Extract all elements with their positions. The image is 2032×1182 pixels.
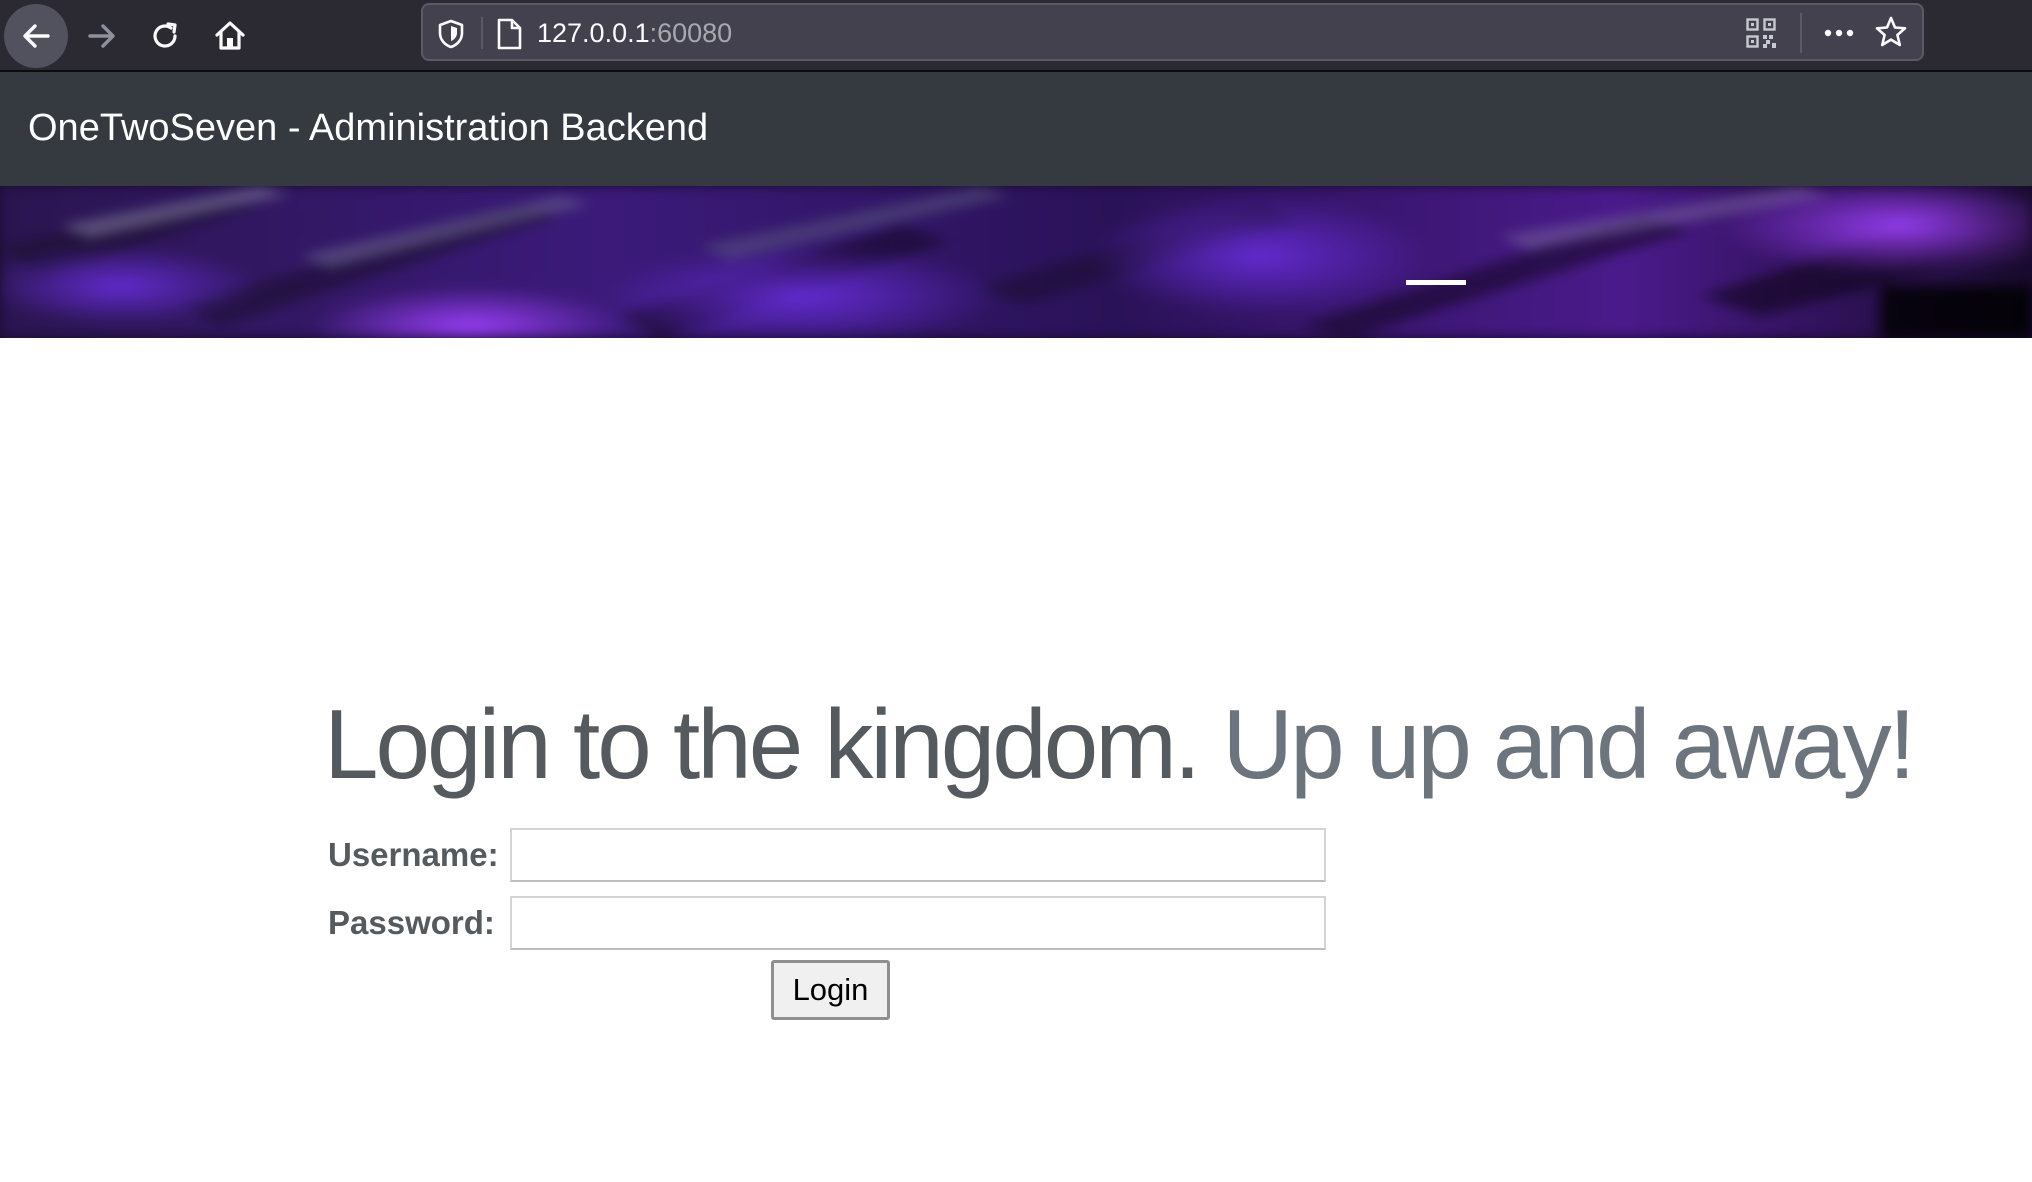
forward-arrow-icon: [88, 24, 115, 48]
url-text[interactable]: 127.0.0.1:60080: [537, 17, 732, 49]
username-label: Username:: [328, 836, 499, 873]
qr-code-icon[interactable]: [1746, 18, 1776, 53]
forward-button[interactable]: [70, 4, 134, 68]
reload-button[interactable]: [133, 4, 197, 68]
home-button[interactable]: [198, 4, 262, 68]
carousel-indicator[interactable]: [1406, 280, 1466, 285]
login-heading-main: Login to the kingdom.: [324, 689, 1201, 799]
home-icon: [215, 21, 245, 50]
banner-image: [0, 186, 2032, 338]
password-label: Password:: [328, 904, 495, 941]
page-icon[interactable]: [495, 17, 523, 56]
url-bar-divider-right: [1800, 13, 1802, 53]
password-input[interactable]: [510, 896, 1326, 950]
browser-toolbar: 127.0.0.1:60080: [0, 0, 2032, 72]
url-port: :60080: [649, 18, 733, 48]
url-bar-divider: [481, 17, 483, 49]
star-icon[interactable]: [1874, 15, 1908, 54]
back-arrow-icon: [23, 24, 50, 48]
reload-icon: [153, 22, 177, 48]
hero-banner: [0, 186, 2032, 338]
url-bar[interactable]: 127.0.0.1:60080: [421, 3, 1924, 61]
login-heading-muted: Up up and away!: [1222, 689, 1915, 799]
login-button[interactable]: Login: [771, 960, 890, 1020]
login-heading: Login to the kingdom. Up up and away!: [324, 685, 1916, 803]
url-host: 127.0.0.1: [537, 18, 650, 48]
site-brand[interactable]: OneTwoSeven - Administration Backend: [28, 105, 708, 151]
username-input[interactable]: [510, 828, 1326, 882]
more-actions-icon[interactable]: [1822, 19, 1856, 52]
shield-icon[interactable]: [437, 19, 465, 54]
back-button[interactable]: [4, 4, 68, 68]
site-navbar: OneTwoSeven - Administration Backend: [0, 72, 2032, 186]
